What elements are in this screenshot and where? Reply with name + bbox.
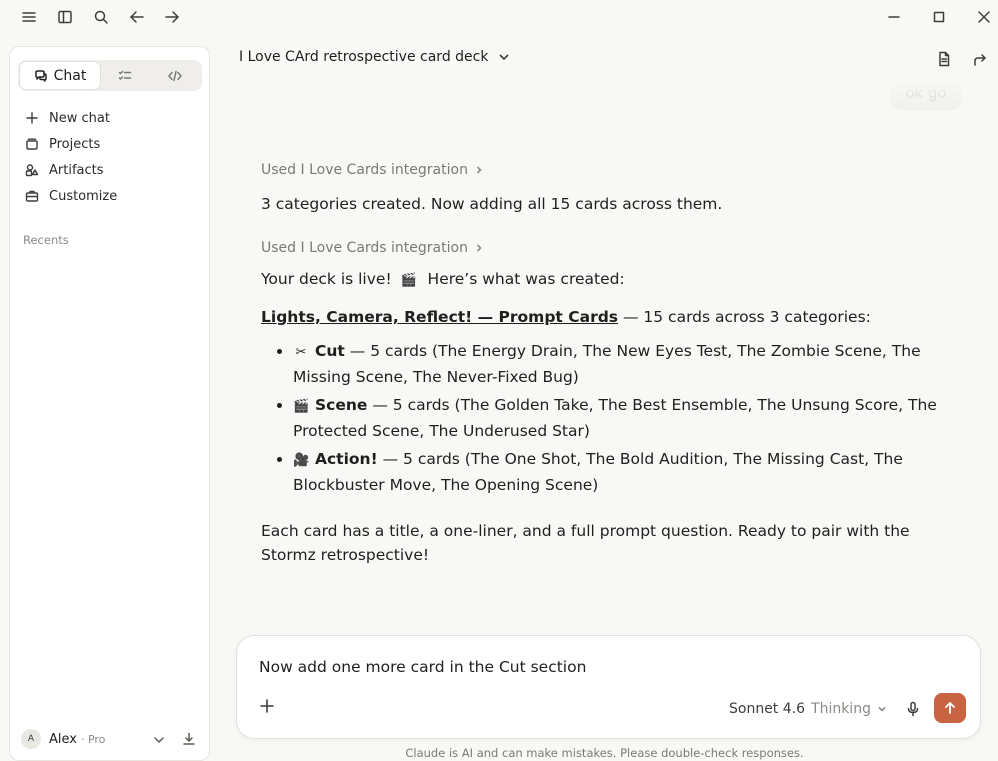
- briefcase-icon: [25, 190, 39, 202]
- sidebar-item-label: Customize: [49, 188, 118, 204]
- minimize-icon[interactable]: [880, 3, 908, 31]
- tab-chat[interactable]: Chat: [20, 62, 100, 89]
- sidebar-item-projects[interactable]: Projects: [22, 131, 202, 157]
- sidebar-item-label: Projects: [49, 136, 101, 152]
- sidebar-toggle-icon[interactable]: [51, 3, 79, 31]
- folder-icon: [26, 138, 38, 150]
- tab-tasks[interactable]: [100, 62, 150, 89]
- forward-arrow-icon[interactable]: [158, 3, 186, 31]
- sidebar-item-label: Artifacts: [49, 162, 104, 178]
- sidebar: Chat New chat Projects Artifacts Customi…: [9, 46, 210, 761]
- message-paragraph: Your deck is live! 🎬 Here’s what was cre…: [261, 267, 951, 293]
- scroll-fade: [211, 76, 998, 116]
- category-desc: — 5 cards (The Golden Take, The Best Ens…: [293, 396, 937, 440]
- category-name: Action!: [315, 450, 378, 468]
- chat-icon: [34, 69, 47, 82]
- sidebar-item-artifacts[interactable]: Artifacts: [22, 157, 202, 183]
- mode-switch: Chat: [18, 60, 202, 91]
- message-paragraph: Each card has a title, a one-liner, and …: [261, 522, 910, 564]
- conversation-title-text: I Love CArd retrospective card deck: [239, 49, 489, 65]
- back-arrow-icon[interactable]: [123, 3, 151, 31]
- tasks-icon: [118, 70, 132, 80]
- sidebar-item-customize[interactable]: Customize: [22, 183, 202, 209]
- maximize-icon[interactable]: [925, 3, 953, 31]
- tab-code[interactable]: [150, 62, 200, 89]
- search-icon[interactable]: [87, 3, 115, 31]
- plus-icon: [26, 112, 38, 124]
- artifacts-icon: [25, 164, 39, 177]
- disclaimer-text: Claude is AI and can make mistakes. Plea…: [405, 746, 804, 760]
- plus-icon: [260, 699, 274, 713]
- list-item: 🎬 Scene — 5 cards (The Golden Take, The B…: [293, 393, 951, 443]
- user-name: Alex: [49, 731, 77, 747]
- arrow-up-icon: [945, 702, 955, 714]
- share-icon[interactable]: [966, 45, 994, 73]
- deck-live-suffix: Here’s what was created:: [427, 270, 625, 288]
- document-icon[interactable]: [930, 45, 958, 73]
- download-icon[interactable]: [182, 731, 198, 747]
- chevron-down-icon: [878, 706, 886, 712]
- composer-input[interactable]: Now add one more card in the Cut section: [259, 658, 586, 676]
- message-paragraph: 3 categories created. Now adding all 15 …: [261, 195, 723, 213]
- clapperboard-icon: 🎬: [400, 273, 417, 288]
- microphone-button[interactable]: [901, 697, 925, 721]
- sidebar-item-new-chat[interactable]: New chat: [22, 105, 202, 131]
- menu-icon[interactable]: [15, 3, 43, 31]
- category-desc: — 5 cards (The One Shot, The Bold Auditi…: [293, 450, 903, 494]
- list-item: 🎥 Action! — 5 cards (The One Shot, The Bo…: [293, 447, 951, 497]
- close-icon[interactable]: [970, 3, 998, 31]
- tool-call-summary[interactable]: Used I Love Cards integration: [261, 238, 951, 258]
- category-desc: — 5 cards (The Energy Drain, The New Eye…: [293, 342, 921, 386]
- list-item: ✂ Cut — 5 cards (The Energy Drain, The Ne…: [293, 339, 951, 389]
- user-menu[interactable]: A Alex · Pro: [21, 728, 201, 750]
- chevron-down-icon[interactable]: [152, 732, 168, 748]
- tab-chat-label: Chat: [53, 67, 87, 84]
- user-message: ok go: [890, 76, 962, 110]
- tool-call-label: Used I Love Cards integration: [261, 162, 468, 178]
- tool-call-label: Used I Love Cards integration: [261, 240, 468, 256]
- chevron-right-icon: [476, 244, 482, 252]
- deck-title-link[interactable]: Lights, Camera, Reflect! — Prompt Cards: [261, 308, 618, 326]
- add-attachment-button[interactable]: [259, 698, 281, 720]
- message-composer: Now add one more card in the Cut section…: [236, 635, 981, 739]
- model-selector[interactable]: Sonnet 4.6 Thinking: [729, 698, 887, 720]
- clapperboard-icon: 🎬: [293, 399, 310, 414]
- category-list: ✂ Cut — 5 cards (The Energy Drain, The Ne…: [261, 339, 951, 497]
- message-paragraph: Lights, Camera, Reflect! — Prompt Cards …: [261, 305, 951, 329]
- category-name: Cut: [315, 342, 345, 360]
- sidebar-item-label: New chat: [49, 110, 110, 126]
- microphone-icon: [907, 701, 919, 717]
- model-mode: Thinking: [811, 701, 871, 717]
- user-plan: · Pro: [80, 732, 106, 746]
- assistant-message: Used I Love Cards integration 3 categori…: [261, 160, 951, 567]
- category-name: Scene: [315, 396, 368, 414]
- deck-live-text: Your deck is live!: [261, 270, 392, 288]
- movie-camera-icon: 🎥: [293, 453, 310, 468]
- recents-heading: Recents: [23, 233, 69, 247]
- sidebar-nav: New chat Projects Artifacts Customize: [22, 105, 202, 209]
- model-name: Sonnet 4.6: [729, 701, 806, 717]
- avatar: A: [21, 729, 41, 749]
- conversation-title[interactable]: I Love CArd retrospective card deck: [239, 49, 510, 65]
- user-message-text: ok go: [905, 84, 947, 102]
- code-icon: [168, 70, 182, 81]
- send-button[interactable]: [934, 693, 966, 723]
- tool-call-summary[interactable]: Used I Love Cards integration: [261, 160, 951, 180]
- deck-summary: — 15 cards across 3 categories:: [622, 308, 871, 326]
- chevron-down-icon: [499, 54, 510, 61]
- scissors-icon: ✂: [295, 345, 307, 360]
- chevron-right-icon: [476, 166, 482, 174]
